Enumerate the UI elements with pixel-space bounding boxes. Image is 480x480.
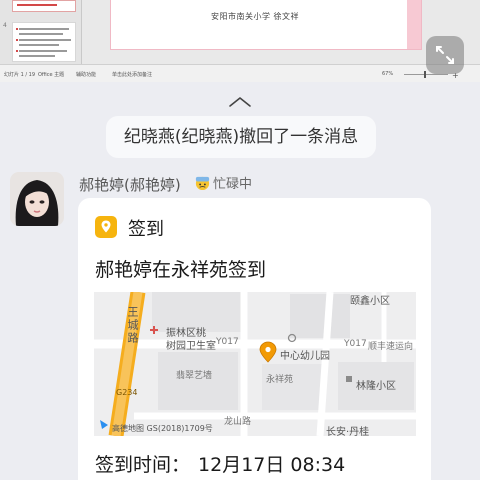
map-road-label: Y017 [344, 339, 367, 349]
map-base [94, 292, 416, 436]
slide-canvas: 安阳市南关小学 徐文祥 [82, 0, 480, 64]
map-highway-label: G234 [116, 388, 138, 397]
chevron-up-icon[interactable] [226, 96, 254, 108]
checkin-text: 郝艳婷在永祥苑签到 [95, 259, 267, 281]
map-poi-label: 长安·丹桂 [326, 427, 370, 436]
slide-thumbnail-number: 4 [3, 22, 7, 29]
checkin-card[interactable]: 签到 郝艳婷在永祥苑签到 王城路 振林区桃 树园卫生室 Y017 中心幼儿园 Y… [78, 198, 431, 480]
checkin-map[interactable]: 王城路 振林区桃 树园卫生室 Y017 中心幼儿园 Y017 顺丰速运向 颐鑫小… [94, 292, 416, 436]
status-slide-count: 幻灯片 1 / 19 [4, 72, 35, 78]
busy-emoji-icon [195, 176, 210, 191]
map-poi-label: 中心幼儿园 [280, 351, 330, 362]
expand-arrows-icon [436, 46, 454, 64]
checkin-title: 签到 [128, 219, 164, 240]
map-poi-label: 翡翠艺墙 [176, 371, 213, 381]
map-copyright: 高德地图 GS(2018)1709号 [112, 424, 213, 433]
busy-status-text: 忙碌中 [213, 177, 253, 192]
status-notes[interactable]: 单击此处添加备注 [112, 71, 152, 78]
recall-notice: 纪晓燕(纪晓燕)撤回了一条消息 [106, 116, 376, 158]
current-slide: 安阳市南关小学 徐文祥 [110, 0, 422, 50]
map-poi-label: 永祥苑 [266, 375, 294, 385]
slide-thumbnail[interactable] [12, 22, 76, 62]
expand-fullscreen-button[interactable] [426, 36, 464, 74]
map-poi-label: 顺丰速运向 [368, 342, 414, 352]
slide-thumbnail-panel: 4 [0, 0, 82, 64]
status-accessibility[interactable]: 辅助功能 [76, 71, 96, 78]
status-theme: Office 主题 [38, 72, 65, 78]
map-poi-label: 林隆小区 [356, 381, 396, 392]
sender-name[interactable]: 郝艳婷(郝艳婷) [79, 174, 181, 195]
checkin-time-label: 签到时间： [95, 454, 191, 476]
checkin-time-value: 12月17日 08:34 [198, 454, 346, 476]
map-road-label: 龙山路 [224, 417, 252, 427]
avatar[interactable] [10, 172, 64, 226]
checkin-time: 签到时间： 12月17日 08:34 [95, 450, 345, 477]
busy-status: 忙碌中 [194, 173, 252, 192]
zoom-slider[interactable] [404, 74, 448, 75]
map-road-label: Y017 [216, 337, 239, 347]
checkin-location-icon [95, 216, 117, 238]
map-poi-label: 颐鑫小区 [350, 296, 390, 307]
editor-status-bar: 幻灯片 1 / 19 Office 主题 辅助功能 单击此处添加备注 67% + [0, 64, 480, 82]
map-poi-label: 树园卫生室 [166, 341, 216, 352]
slide-thumbnail[interactable] [12, 0, 76, 12]
map-road-label: 王城路 [126, 306, 139, 345]
embedded-slide-screenshot: 4 安阳市南关小学 徐文祥 幻灯片 1 / 19 Office 主题 辅助功能 … [0, 0, 480, 82]
status-zoom[interactable]: 67% [382, 71, 393, 77]
slide-caption: 安阳市南关小学 徐文祥 [211, 12, 300, 21]
